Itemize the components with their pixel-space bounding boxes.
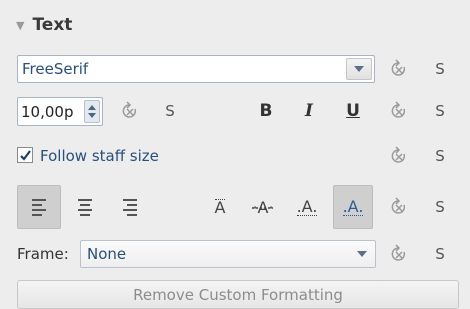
reset-frame-icon[interactable]	[388, 243, 410, 265]
reset-alignment-icon[interactable]	[388, 196, 410, 218]
align-center-icon	[78, 198, 92, 216]
spin-down-icon[interactable]	[88, 113, 96, 118]
align-left-icon	[32, 198, 46, 216]
frame-value: None	[87, 245, 127, 263]
size-style-button[interactable]: S	[162, 100, 178, 122]
normal-position-button[interactable]: ·A·	[243, 185, 283, 229]
align-right-button[interactable]	[108, 185, 152, 229]
reset-follow-staff-icon[interactable]	[388, 145, 410, 167]
align-center-button[interactable]	[63, 185, 107, 229]
superscript-button[interactable]: A	[200, 185, 240, 229]
spin-buttons[interactable]	[84, 100, 100, 123]
italic-button[interactable]: I	[296, 98, 322, 124]
spin-up-icon[interactable]	[88, 105, 96, 110]
alignment-style-button[interactable]: S	[432, 196, 448, 218]
font-family-value: FreeSerif	[22, 60, 89, 78]
bui-style-button[interactable]: S	[432, 100, 448, 122]
baseline-icon: .A.	[296, 196, 318, 216]
italic-label: I	[305, 101, 313, 121]
font-family-dropdown[interactable]: FreeSerif	[17, 55, 375, 83]
section-header[interactable]: ▼ Text	[16, 12, 72, 38]
align-left-button[interactable]	[17, 185, 61, 229]
align-right-icon	[123, 198, 137, 216]
underline-button[interactable]: U	[340, 98, 366, 124]
follow-staff-label[interactable]: Follow staff size	[40, 145, 159, 167]
normal-position-icon: ·A·	[252, 197, 274, 217]
follow-staff-style-button[interactable]: S	[432, 145, 448, 167]
font-style-button[interactable]: S	[432, 58, 448, 80]
superscript-icon: A	[214, 197, 226, 217]
reset-style-icon[interactable]	[388, 100, 410, 122]
reset-font-icon[interactable]	[388, 58, 410, 80]
follow-staff-checkbox[interactable]	[17, 147, 33, 163]
frame-dropdown-arrow[interactable]	[357, 251, 367, 257]
subscript-low-button[interactable]: .A.	[287, 185, 327, 229]
frame-dropdown[interactable]: None	[80, 240, 376, 268]
font-dropdown-button[interactable]	[346, 58, 372, 80]
collapse-triangle-icon[interactable]: ▼	[16, 19, 24, 32]
underline-label: U	[346, 101, 360, 121]
chevron-down-icon	[354, 66, 364, 72]
font-size-spinbox[interactable]: 10,00p	[17, 97, 103, 126]
subscript-icon: .A.	[342, 196, 364, 216]
reset-size-icon[interactable]	[119, 100, 141, 122]
bold-button[interactable]: B	[253, 98, 279, 124]
text-properties-panel: ▼ Text FreeSerif S 10,00p S B I U S Foll…	[0, 0, 470, 309]
checkmark-icon	[19, 149, 31, 161]
section-title: Text	[32, 15, 73, 35]
remove-custom-formatting-button[interactable]: Remove Custom Formatting	[17, 280, 459, 309]
subscript-button[interactable]: .A.	[333, 185, 373, 229]
frame-label: Frame:	[17, 245, 69, 263]
frame-style-button[interactable]: S	[432, 243, 448, 265]
font-size-value: 10,00p	[21, 102, 74, 121]
bold-label: B	[259, 101, 273, 121]
